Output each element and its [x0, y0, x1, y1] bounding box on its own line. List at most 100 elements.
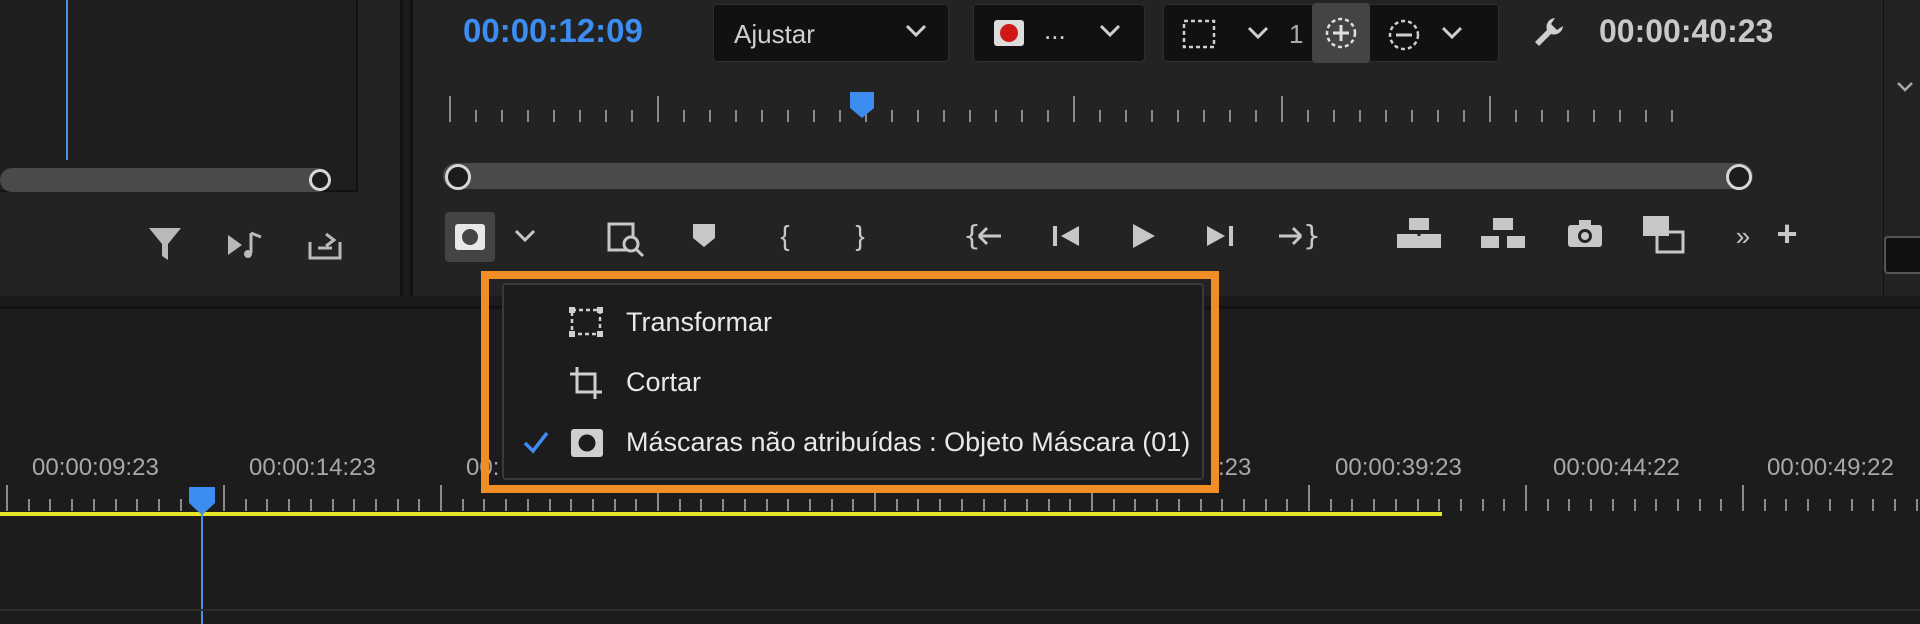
ruler-tick [579, 110, 581, 122]
ruler-tick [1655, 499, 1658, 511]
ruler-tick [449, 96, 451, 122]
export-frame-camera-icon[interactable] [1565, 216, 1605, 257]
add-marker-icon[interactable] [689, 220, 719, 255]
current-timecode[interactable]: 00:00:12:09 [463, 12, 643, 50]
source-zoom-scrollbar[interactable] [0, 168, 330, 192]
ruler-tick [1004, 499, 1007, 511]
ruler-tick [722, 499, 725, 511]
mark-in-icon[interactable]: { [763, 214, 807, 258]
program-zoom-scrollbar[interactable] [443, 163, 1753, 189]
right-panel-field[interactable] [1884, 236, 1920, 274]
ruler-tick [787, 110, 789, 122]
add-mask-point-button[interactable] [1312, 3, 1370, 63]
ruler-tick [1515, 110, 1517, 122]
ruler-tick [635, 499, 638, 511]
ruler-tick [526, 499, 529, 511]
playback-resolution-dropdown[interactable]: ... [973, 4, 1145, 62]
ruler-tick [1671, 110, 1673, 122]
settings-wrench-icon[interactable] [1531, 14, 1567, 55]
extract-icon[interactable] [1479, 214, 1527, 259]
ruler-tick [1221, 499, 1224, 511]
ruler-tick [1255, 110, 1257, 122]
chevron-down-icon [1098, 23, 1122, 44]
ruler-tick [1568, 499, 1571, 511]
ruler-tick [309, 499, 312, 511]
source-scroll-handle[interactable] [309, 169, 331, 191]
chevron-down-icon[interactable] [1246, 25, 1270, 46]
ruler-tick [1021, 110, 1023, 122]
ruler-tick [71, 499, 74, 511]
timeline-playhead-line [201, 509, 203, 624]
scroll-handle-left[interactable] [445, 164, 471, 190]
ruler-tick [813, 110, 815, 122]
scroll-handle-right[interactable] [1726, 164, 1752, 190]
ruler-label: :23 [1218, 454, 1252, 481]
comparison-frames-icon[interactable] [1639, 210, 1687, 261]
ruler-tick [1125, 110, 1127, 122]
ruler-tick [553, 110, 555, 122]
ruler-tick [1503, 499, 1506, 511]
ruler-tick [895, 499, 898, 511]
play-icon[interactable] [1127, 220, 1159, 257]
ruler-tick [244, 499, 247, 511]
ruler-tick [1069, 499, 1072, 511]
ruler-tick [709, 110, 711, 122]
go-to-in-icon[interactable]: { [963, 218, 1007, 259]
ruler-tick [631, 110, 633, 122]
right-panel-edge [1884, 0, 1920, 296]
ruler-tick [1134, 499, 1137, 511]
button-editor-add-icon[interactable]: + [1765, 212, 1809, 256]
remove-mask-point-icon[interactable] [1386, 17, 1422, 58]
step-back-icon[interactable] [1049, 220, 1085, 257]
insert-audio-icon[interactable] [225, 225, 269, 265]
fit-dropdown[interactable]: Ajustar [713, 4, 949, 62]
ruler-tick [1177, 110, 1179, 122]
step-forward-icon[interactable] [1201, 220, 1237, 257]
lift-icon[interactable] [1395, 214, 1443, 259]
ruler-tick [353, 499, 356, 511]
filter-icon[interactable] [145, 222, 185, 266]
ruler-tick [735, 110, 737, 122]
ruler-tick [331, 499, 334, 511]
ruler-tick [1264, 499, 1267, 511]
ruler-tick [1177, 499, 1180, 511]
ruler-tick [969, 110, 971, 122]
ruler-tick [1619, 110, 1621, 122]
export-frame-icon[interactable] [306, 226, 346, 266]
ruler-tick [808, 499, 811, 511]
mask-toggle-button[interactable] [445, 212, 495, 262]
comparison-view-icon[interactable] [603, 216, 647, 265]
ruler-tick [1242, 499, 1245, 511]
ruler-tick [179, 499, 182, 511]
ruler-tick [1281, 96, 1283, 122]
overflow-chevrons-icon[interactable]: » [1721, 214, 1765, 258]
ruler-tick [1416, 499, 1419, 511]
ruler-tick [1359, 110, 1361, 122]
ruler-tick [765, 499, 768, 511]
ruler-tick [1481, 499, 1484, 511]
mark-out-icon[interactable]: } [838, 214, 882, 258]
ruler-label: 00:00:49:22 [1767, 454, 1894, 481]
selection-marquee-icon[interactable] [1182, 19, 1216, 54]
ruler-tick [1203, 110, 1205, 122]
program-time-ruler[interactable] [443, 90, 1693, 130]
ruler-tick [1047, 499, 1050, 511]
ruler-tick [1590, 499, 1593, 511]
ruler-tick [1329, 499, 1332, 511]
ruler-tick [223, 485, 225, 511]
ruler-tick [1307, 110, 1309, 122]
ruler-tick [501, 110, 503, 122]
panel-menu-chevron-icon[interactable] [1896, 80, 1914, 99]
ruler-tick [613, 499, 616, 511]
ruler-tick [1394, 499, 1397, 511]
svg-text:{: { [963, 219, 981, 252]
ruler-tick [1828, 499, 1831, 511]
program-monitor-panel: 00:00:12:09 Ajustar ... 1 00:00:40:23 {… [410, 0, 1886, 296]
ruler-tick [49, 499, 52, 511]
ruler-tick [1676, 499, 1679, 511]
program-playhead[interactable] [848, 90, 876, 125]
chevron-down-icon[interactable] [1440, 25, 1464, 46]
go-to-out-icon[interactable]: } [1275, 218, 1321, 259]
ruler-tick [761, 110, 763, 122]
chevron-down-icon[interactable] [513, 228, 537, 249]
